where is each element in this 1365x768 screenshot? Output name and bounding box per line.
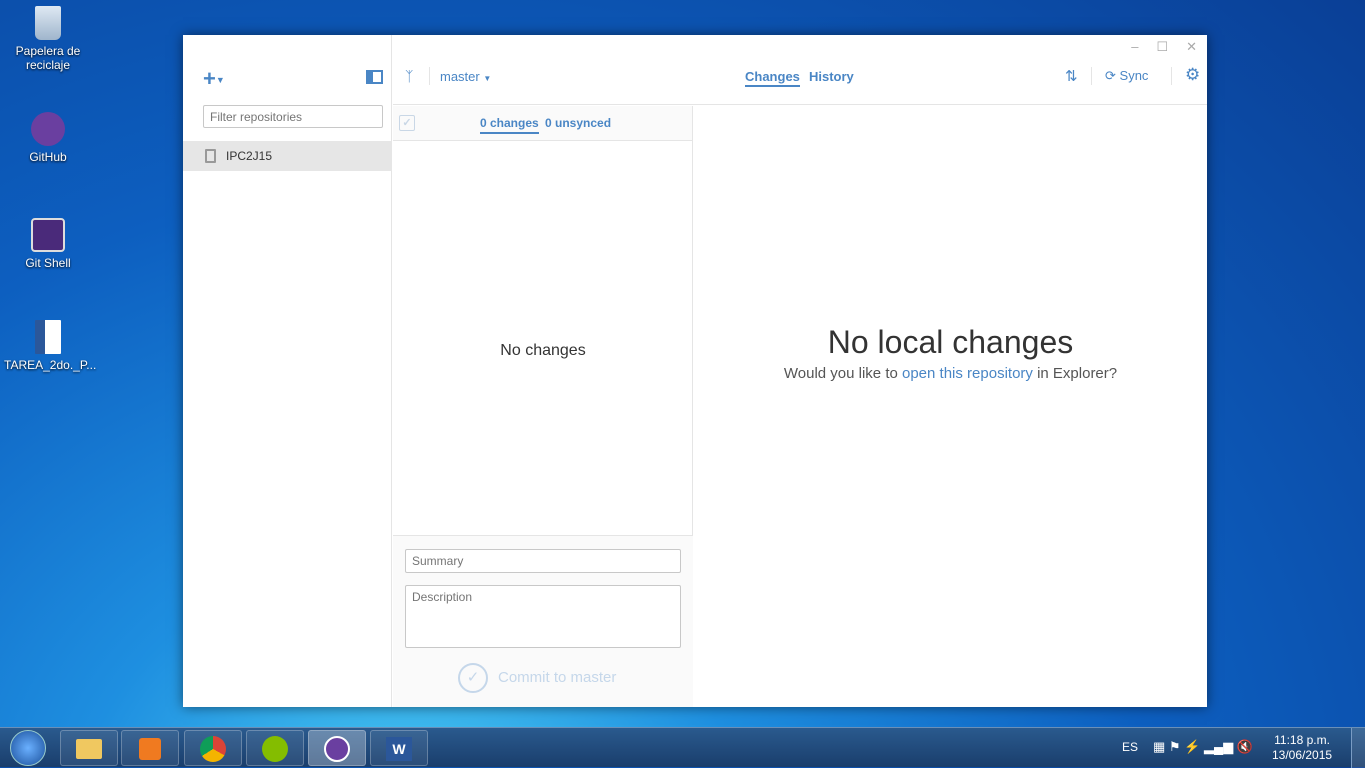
divider (429, 67, 430, 85)
prompt-prefix: Would you like to (783, 365, 902, 382)
repo-list-item[interactable]: IPC2J15 (183, 141, 392, 171)
toolbar: ᛉ master ▼ Changes History ⇅ ⟳ Sync ⚙ (393, 35, 1207, 105)
taskbar: W ES ▦ ⚑ ⚡ ▂▄▆ 🔇 11:18 p.m. 13/06/2015 (0, 727, 1365, 768)
description-input[interactable] (405, 585, 681, 648)
tray-icons[interactable]: ▦ ⚑ ⚡ ▂▄▆ 🔇 (1153, 739, 1253, 755)
folder-icon (76, 739, 102, 759)
recycle-bin-icon (35, 6, 61, 40)
divider (1091, 67, 1092, 85)
windows-flag-icon[interactable]: ▦ (1153, 739, 1165, 754)
pull-request-icon[interactable]: ⇅ (1065, 67, 1078, 85)
summary-input[interactable] (405, 549, 681, 573)
branch-selector[interactable]: master ▼ (440, 69, 491, 84)
signal-icon[interactable]: ▂▄▆ (1204, 739, 1233, 754)
desktop-icon-git-shell[interactable]: Git Shell (4, 218, 92, 270)
action-center-icon[interactable]: ⚑ (1169, 739, 1181, 754)
show-desktop-button[interactable] (1351, 728, 1365, 768)
tab-changes[interactable]: Changes (745, 69, 800, 87)
language-indicator[interactable]: ES (1122, 740, 1138, 754)
github-icon (31, 112, 65, 146)
prompt-suffix: in Explorer? (1032, 365, 1118, 382)
branch-icon: ᛉ (405, 68, 414, 84)
repo-name: IPC2J15 (226, 149, 273, 163)
clock-date: 13/06/2015 (1272, 748, 1333, 762)
icon-label: GitHub (29, 150, 67, 164)
taskbar-word[interactable]: W (370, 730, 428, 766)
settings-gear-icon[interactable]: ⚙ (1185, 65, 1200, 85)
word-document-icon (35, 320, 61, 354)
power-icon[interactable]: ⚡ (1184, 739, 1200, 754)
icon-label: TAREA_2do._P... (4, 358, 97, 372)
divider (1171, 67, 1172, 85)
checkmark-icon: ✓ (458, 663, 488, 693)
tab-unsynced[interactable]: 0 unsynced (545, 116, 611, 130)
taskbar-chrome[interactable] (184, 730, 242, 766)
tab-history[interactable]: History (809, 69, 854, 84)
changes-subbar: ✓ 0 changes 0 unsynced (393, 106, 692, 141)
start-button[interactable] (10, 730, 46, 766)
word-icon: W (386, 737, 412, 761)
media-player-icon (139, 738, 161, 760)
no-local-changes-title: No local changes (827, 324, 1074, 360)
git-shell-icon (31, 218, 65, 252)
changes-panel: ✓ 0 changes 0 unsynced No changes ✓ Commi… (393, 106, 693, 707)
branch-name: master (440, 69, 480, 84)
github-window: – ☐ ✕ +▼ IPC2J15 ᛉ master ▼ Changes Hist… (183, 35, 1207, 707)
select-all-checkbox[interactable]: ✓ (399, 115, 415, 131)
commit-button[interactable]: ✓ Commit to master (458, 663, 616, 693)
add-repository-button[interactable]: +▼ (203, 66, 225, 92)
spotify-icon (262, 736, 288, 762)
github-icon (324, 736, 350, 762)
open-repo-prompt: Would you like to open this repository i… (694, 365, 1207, 382)
desktop-icon-github[interactable]: GitHub (4, 112, 92, 164)
chrome-icon (200, 736, 226, 762)
commit-label: Commit to master (498, 668, 617, 686)
icon-label: Git Shell (25, 256, 71, 270)
main-panel: No local changes Would you like to open … (694, 106, 1207, 707)
taskbar-media-player[interactable] (121, 730, 179, 766)
icon-label: Papelera de reciclaje (15, 44, 81, 72)
sync-label: Sync (1119, 68, 1149, 83)
filter-repositories-input[interactable] (203, 105, 383, 128)
taskbar-spotify[interactable] (246, 730, 304, 766)
sync-button[interactable]: ⟳ Sync (1105, 68, 1148, 84)
open-repository-link[interactable]: open this repository (902, 365, 1033, 382)
commit-area: ✓ Commit to master (393, 535, 693, 707)
clock-time: 11:18 p.m. (1274, 733, 1330, 747)
taskbar-github[interactable] (308, 730, 366, 766)
tab-changes-count[interactable]: 0 changes (480, 116, 539, 134)
clock[interactable]: 11:18 p.m. 13/06/2015 (1272, 733, 1332, 763)
toggle-sidebar-icon[interactable] (366, 70, 383, 84)
desktop-icon-word-doc[interactable]: TAREA_2do._P... (4, 320, 96, 372)
no-changes-text: No changes (500, 342, 586, 359)
volume-muted-icon[interactable]: 🔇 (1237, 739, 1253, 754)
desktop-icon-recycle-bin[interactable]: Papelera de reciclaje (4, 6, 92, 72)
repository-sidebar: +▼ IPC2J15 (183, 35, 392, 707)
sync-icon: ⟳ (1105, 68, 1116, 83)
repository-icon (205, 149, 216, 163)
taskbar-explorer[interactable] (60, 730, 118, 766)
